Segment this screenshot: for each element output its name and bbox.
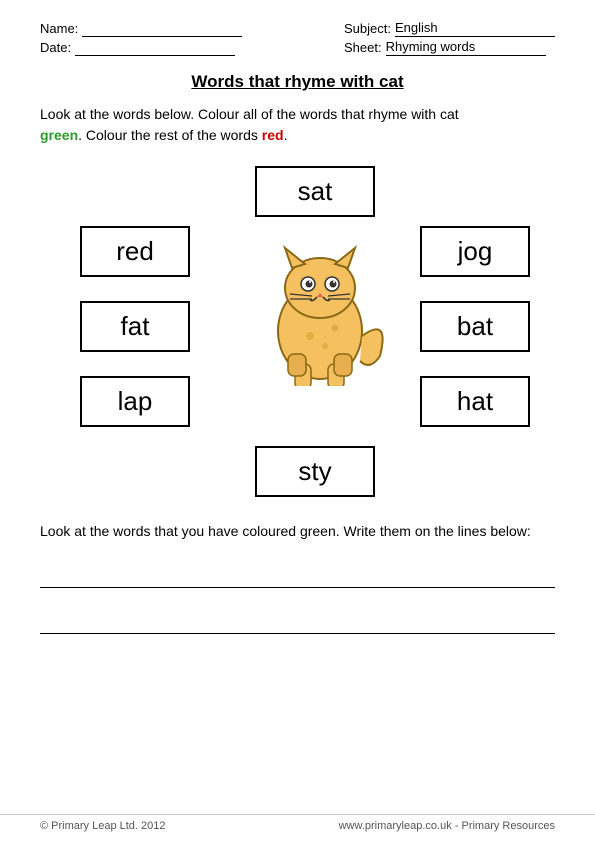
date-label: Date:	[40, 40, 71, 55]
word-box-lap: lap	[80, 376, 190, 427]
sheet-field: Sheet: Rhyming words	[344, 39, 555, 56]
instructions-line1: Look at the words below. Colour all of t…	[40, 106, 459, 122]
word-box-sty: sty	[255, 446, 375, 497]
word-bat: bat	[457, 311, 493, 341]
word-red: red	[116, 236, 154, 266]
word-box-fat: fat	[80, 301, 190, 352]
word-lap: lap	[118, 386, 153, 416]
name-line	[82, 20, 242, 37]
date-field: Date:	[40, 39, 242, 56]
cat-illustration	[250, 216, 390, 376]
sheet-value: Rhyming words	[386, 39, 546, 56]
header: Name: Date: Subject: English Sheet: Rhym…	[40, 20, 555, 56]
sheet-label: Sheet:	[344, 40, 382, 55]
footer-left: © Primary Leap Ltd. 2012	[40, 820, 166, 832]
page: Name: Date: Subject: English Sheet: Rhym…	[0, 0, 595, 842]
subject-value: English	[395, 20, 555, 37]
name-label: Name:	[40, 21, 78, 36]
header-left: Name: Date:	[40, 20, 242, 56]
header-right: Subject: English Sheet: Rhyming words	[344, 20, 555, 56]
writing-line-1	[40, 560, 555, 588]
date-line	[75, 39, 235, 56]
word-sat: sat	[298, 176, 333, 206]
word-sty: sty	[298, 456, 331, 486]
writing-line-2	[40, 606, 555, 634]
word-box-bat: bat	[420, 301, 530, 352]
page-title: Words that rhyme with cat	[191, 72, 403, 91]
green-word: green	[40, 127, 78, 143]
word-box-red: red	[80, 226, 190, 277]
footer-right: www.primaryleap.co.uk - Primary Resource…	[339, 820, 555, 832]
word-box-sat: sat	[255, 166, 375, 217]
word-hat: hat	[457, 386, 493, 416]
bottom-instructions-text: Look at the words that you have coloured…	[40, 523, 531, 539]
subject-field: Subject: English	[344, 20, 555, 37]
red-word: red	[262, 127, 284, 143]
footer: © Primary Leap Ltd. 2012 www.primaryleap…	[0, 814, 595, 832]
word-box-hat: hat	[420, 376, 530, 427]
instructions: Look at the words below. Colour all of t…	[40, 104, 555, 146]
bottom-instructions: Look at the words that you have coloured…	[40, 520, 555, 542]
word-fat: fat	[121, 311, 150, 341]
title-section: Words that rhyme with cat	[40, 72, 555, 92]
word-box-jog: jog	[420, 226, 530, 277]
instructions-line2: . Colour the rest of the words	[78, 127, 262, 143]
writing-lines	[40, 560, 555, 634]
word-area: sat red jog	[40, 156, 555, 506]
name-field: Name:	[40, 20, 242, 37]
subject-label: Subject:	[344, 21, 391, 36]
word-jog: jog	[458, 236, 493, 266]
instructions-line2-end: .	[284, 127, 288, 143]
